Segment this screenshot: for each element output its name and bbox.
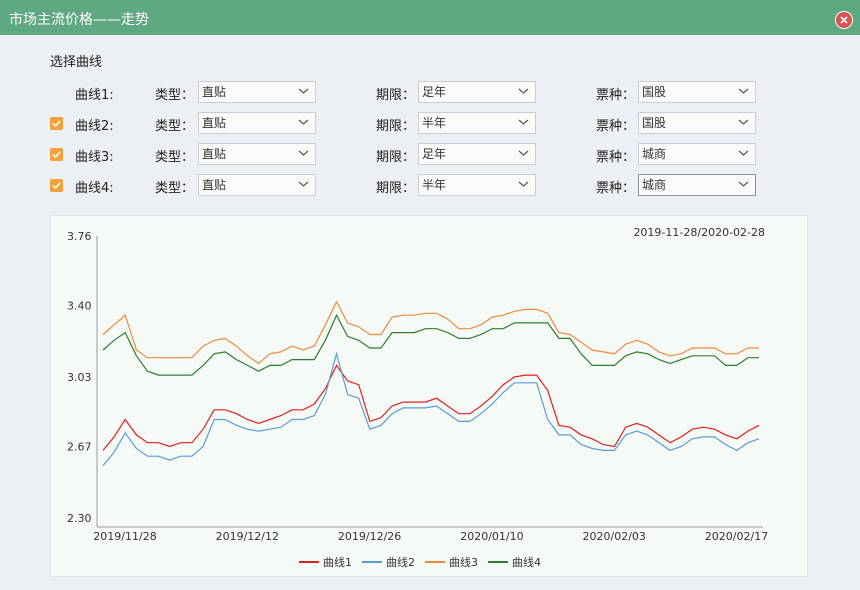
kind-label: 票种： bbox=[596, 150, 636, 165]
legend[interactable]: 曲线1 曲线2 曲线3 曲线4 bbox=[299, 555, 541, 569]
term-label: 期限： bbox=[376, 181, 416, 196]
x-tick-label: 2020/02/17 bbox=[705, 530, 768, 543]
term-select[interactable]: 半年 bbox=[418, 112, 536, 134]
chart-panel: 2019-11-28/2020-02-28 3.76 3.40 3.03 2.67 2.… bbox=[50, 215, 808, 577]
kind-label: 票种： bbox=[596, 119, 636, 134]
term-label: 期限： bbox=[376, 119, 416, 134]
y-tick-label: 3.03 bbox=[67, 371, 92, 384]
series-line-4 bbox=[102, 313, 759, 376]
term-select[interactable]: 半年 bbox=[418, 174, 536, 196]
type-select[interactable]: 直贴 bbox=[198, 174, 316, 196]
term-value: 半年 bbox=[422, 116, 447, 130]
term-value: 足年 bbox=[422, 147, 447, 161]
type-select[interactable]: 直贴 bbox=[198, 112, 316, 134]
type-label: 类型： bbox=[155, 119, 195, 134]
x-tick-label: 2020/02/03 bbox=[583, 530, 646, 543]
check-icon bbox=[52, 120, 61, 128]
legend-item-3[interactable]: 曲线3 bbox=[425, 555, 478, 569]
kind-select[interactable]: 城商 bbox=[638, 143, 756, 165]
chevron-down-icon bbox=[518, 88, 529, 94]
kind-value: 城商 bbox=[642, 178, 667, 192]
legend-item-4[interactable]: 曲线4 bbox=[488, 555, 541, 569]
check-icon bbox=[52, 151, 61, 159]
curve-checkbox[interactable] bbox=[50, 179, 63, 192]
x-tick-label: 2019/12/26 bbox=[338, 530, 401, 543]
chevron-down-icon bbox=[738, 150, 749, 156]
series-lines bbox=[102, 300, 760, 467]
kind-value: 国股 bbox=[642, 116, 667, 130]
legend-label: 曲线4 bbox=[512, 555, 541, 569]
term-label: 期限： bbox=[376, 88, 416, 103]
chevron-down-icon bbox=[298, 88, 309, 94]
series-line-3 bbox=[102, 300, 759, 365]
chevron-down-icon bbox=[298, 119, 309, 125]
chevron-down-icon bbox=[518, 119, 529, 125]
curve-row-1: 曲线1: 类型： 直贴 期限： 足年 票种： 国股 bbox=[50, 81, 770, 105]
type-value: 直贴 bbox=[202, 85, 227, 99]
curve-checkbox[interactable] bbox=[50, 117, 63, 130]
chevron-down-icon bbox=[738, 88, 749, 94]
chevron-down-icon bbox=[518, 150, 529, 156]
title-bar: 市场主流价格——走势 bbox=[0, 0, 860, 35]
y-tick-label: 2.67 bbox=[67, 441, 92, 454]
legend-label: 曲线2 bbox=[386, 555, 415, 569]
type-label: 类型： bbox=[155, 181, 195, 196]
y-tick-label: 3.40 bbox=[67, 300, 92, 313]
x-ticks: 2019/11/28 2019/12/12 2019/12/26 2020/01/10… bbox=[93, 530, 768, 543]
curve-label: 曲线3: bbox=[75, 150, 114, 165]
type-label: 类型： bbox=[155, 88, 195, 103]
y-ticks: 3.76 3.40 3.03 2.67 2.30 bbox=[67, 230, 92, 525]
chevron-down-icon bbox=[738, 181, 749, 187]
curve-row-3: 曲线3: 类型： 直贴 期限： 足年 票种： 城商 bbox=[50, 143, 770, 167]
curve-checkbox[interactable] bbox=[50, 148, 63, 161]
chevron-down-icon bbox=[518, 181, 529, 187]
curve-row-2: 曲线2: 类型： 直贴 期限： 半年 票种： 国股 bbox=[50, 112, 770, 136]
kind-select[interactable]: 国股 bbox=[638, 112, 756, 134]
kind-select[interactable]: 国股 bbox=[638, 81, 756, 103]
series-line-2 bbox=[102, 351, 760, 467]
legend-label: 曲线1 bbox=[323, 555, 352, 569]
y-tick-label: 3.76 bbox=[67, 230, 92, 243]
x-tick-label: 2019/11/28 bbox=[93, 530, 156, 543]
date-range-label: 2019-11-28/2020-02-28 bbox=[633, 226, 765, 239]
y-tick-label: 2.30 bbox=[67, 512, 92, 525]
kind-label: 票种： bbox=[596, 181, 636, 196]
type-select[interactable]: 直贴 bbox=[198, 143, 316, 165]
legend-label: 曲线3 bbox=[449, 555, 478, 569]
kind-select[interactable]: 城商 bbox=[638, 174, 756, 196]
kind-value: 城商 bbox=[642, 147, 667, 161]
x-tick-label: 2020/01/10 bbox=[460, 530, 523, 543]
chevron-down-icon bbox=[298, 181, 309, 187]
curve-label: 曲线1: bbox=[75, 88, 114, 103]
chevron-down-icon bbox=[738, 119, 749, 125]
close-icon bbox=[840, 16, 848, 24]
type-value: 直贴 bbox=[202, 147, 227, 161]
term-value: 半年 bbox=[422, 178, 447, 192]
curve-label: 曲线2: bbox=[75, 119, 114, 134]
curve-row-4: 曲线4: 类型： 直贴 期限： 半年 票种： 城商 bbox=[50, 174, 770, 198]
kind-label: 票种： bbox=[596, 88, 636, 103]
legend-item-1[interactable]: 曲线1 bbox=[299, 555, 352, 569]
type-label: 类型： bbox=[155, 150, 195, 165]
series-line-1 bbox=[102, 364, 760, 451]
term-select[interactable]: 足年 bbox=[418, 143, 536, 165]
trend-chart: 2019-11-28/2020-02-28 3.76 3.40 3.03 2.67 2.… bbox=[67, 226, 768, 569]
curve-label: 曲线4: bbox=[75, 181, 114, 196]
kind-value: 国股 bbox=[642, 85, 667, 99]
chevron-down-icon bbox=[298, 150, 309, 156]
x-tick-label: 2019/12/12 bbox=[216, 530, 279, 543]
type-value: 直贴 bbox=[202, 178, 227, 192]
check-icon bbox=[52, 182, 61, 190]
term-label: 期限： bbox=[376, 150, 416, 165]
type-value: 直贴 bbox=[202, 116, 227, 130]
type-select[interactable]: 直贴 bbox=[198, 81, 316, 103]
close-button[interactable] bbox=[835, 11, 853, 29]
legend-item-2[interactable]: 曲线2 bbox=[362, 555, 415, 569]
term-select[interactable]: 足年 bbox=[418, 81, 536, 103]
window-title: 市场主流价格——走势 bbox=[9, 12, 149, 28]
term-value: 足年 bbox=[422, 85, 447, 99]
section-label: 选择曲线 bbox=[50, 55, 103, 70]
